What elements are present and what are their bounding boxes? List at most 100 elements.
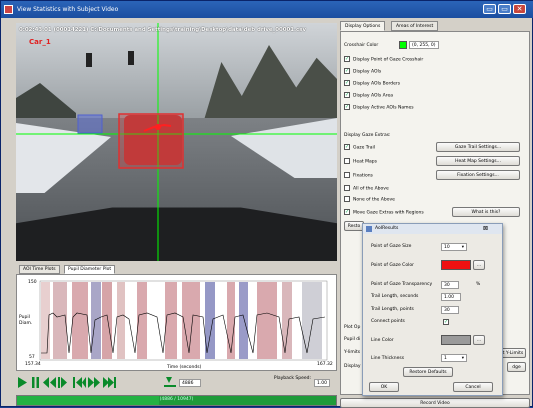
trail-seconds-input[interactable]: 1.00 [441, 293, 461, 301]
check-row[interactable]: ✓ Display Point of Gaze Crosshair [344, 56, 423, 64]
aoi-results-dialog: AoIResults ⊠ Point of Gaze Size 10 ▾ Poin… [362, 223, 503, 396]
restore-button-partial[interactable]: Resto [344, 221, 364, 231]
frame-progress-text: (4886 / 10947) [159, 397, 194, 402]
tab-pupil-diameter-plot[interactable]: Pupil Diameter Plot [64, 265, 116, 274]
step-forward-icon[interactable] [58, 377, 71, 388]
tab-aoi-time-plots[interactable]: AOI Time Plots [19, 265, 60, 274]
extra-row[interactable]: None of the Above [344, 196, 395, 204]
crosshair-color-label: Crosshair Color [344, 43, 379, 48]
check-label: Display AOIs [353, 69, 382, 75]
point-color-swatch[interactable] [441, 260, 471, 270]
frame-progress-bar[interactable]: (4886 / 10947) [16, 395, 337, 406]
line-color-browse-button[interactable]: ... [473, 335, 485, 345]
chevron-down-icon: ▾ [461, 356, 464, 361]
tab-display-options[interactable]: Display Options [340, 21, 386, 31]
connect-points-checkbox[interactable]: ✓ [443, 319, 449, 325]
display-label: Display [344, 364, 361, 369]
check-row[interactable]: ✓ Display AOIs [344, 68, 381, 76]
what-is-this-button[interactable]: What is this? [452, 207, 520, 217]
pause-icon[interactable] [31, 377, 40, 388]
aoi-band [102, 282, 112, 359]
aoi-band [227, 282, 235, 359]
title-bar: View Statistics with Subject Video ▭ ▭ ✕ [1, 1, 533, 18]
x-axis-label: Time (seconds) [167, 365, 202, 370]
checkbox[interactable] [344, 196, 350, 202]
dialog-title: AoIResults [375, 226, 399, 231]
aoi-band [72, 282, 88, 359]
point-size-select[interactable]: 10 ▾ [441, 243, 467, 251]
aoi-label: Car_1 [29, 38, 51, 46]
playback-controls: 4886 Playback Speed: 1.00 [16, 373, 337, 393]
check-row[interactable]: ✓ Display Active AOIs Names [344, 104, 414, 112]
aoi-sign-box[interactable] [77, 114, 103, 134]
fast-forward-icon[interactable] [88, 377, 101, 388]
checkbox[interactable] [344, 158, 350, 164]
transparency-input[interactable]: 30 [441, 281, 459, 289]
playback-speed-label: Playback Speed: [273, 376, 311, 381]
frame-input[interactable]: 4886 [179, 379, 201, 387]
extra-row[interactable]: All of the Above [344, 185, 389, 193]
playback-speed-input[interactable]: 1.00 [314, 379, 330, 387]
aoi-band [302, 282, 322, 359]
maximize-button[interactable]: ▭ [498, 4, 511, 14]
y-axis-label-2: Diam. [19, 321, 33, 326]
checkbox[interactable] [344, 185, 350, 191]
check-row[interactable]: ✓ Display AOIs Area [344, 92, 393, 100]
percent-label: % [476, 282, 481, 287]
checkbox[interactable]: ✓ [344, 144, 350, 150]
aoi-car-box[interactable] [118, 113, 184, 169]
checkbox[interactable]: ✓ [344, 209, 350, 215]
dialog-icon [366, 226, 372, 232]
step-back-icon[interactable] [43, 377, 56, 388]
checkbox[interactable]: ✓ [344, 56, 350, 62]
set-ylimits-button[interactable]: t Y-Limits [500, 348, 526, 358]
extra-row[interactable]: ✓ Move Gaze Extras with Regions [344, 209, 424, 217]
jump-to-frame-icon[interactable] [164, 377, 176, 388]
point-color-browse-button[interactable]: ... [473, 260, 485, 270]
checkbox[interactable]: ✓ [344, 104, 350, 110]
heat-map-settings-button[interactable]: Heat Map Settings... [436, 156, 520, 166]
chevron-down-icon: ▾ [461, 245, 464, 250]
point-size-label: Point of Gaze Size [371, 244, 412, 249]
skip-end-icon[interactable] [103, 377, 116, 388]
plot-options-label: Plot Op [344, 325, 361, 330]
extra-row[interactable]: Heat Maps [344, 158, 377, 166]
fixation-settings-button[interactable]: Fixation Settings... [436, 170, 520, 180]
pupil-diameter-plot[interactable]: 150 Pupil Diam. 57 157.34 167.32 Time (s… [16, 274, 337, 371]
line-thickness-label: Line Thickness [371, 356, 405, 361]
restore-defaults-button[interactable]: Restore Defaults [403, 367, 453, 377]
plot-canvas [39, 280, 328, 361]
ok-button[interactable]: OK [369, 382, 399, 392]
point-color-label: Point of Gaze Color [371, 263, 414, 268]
window-title: View Statistics with Subject Video [17, 6, 119, 13]
traffic-light-right [128, 51, 134, 65]
y-axis-label-1: Pupil [19, 315, 30, 320]
dialog-close-icon[interactable]: ⊠ [483, 224, 488, 234]
cancel-button[interactable]: Cancel [453, 382, 493, 392]
aoi-band [282, 282, 292, 359]
rewind-icon[interactable] [73, 377, 86, 388]
check-row[interactable]: ✓ Display AOIs Borders [344, 80, 400, 88]
extra-row[interactable]: ✓ Gaze Trail [344, 144, 375, 152]
close-button[interactable]: ✕ [513, 4, 526, 14]
line-color-swatch[interactable] [441, 335, 471, 345]
edge-button[interactable]: dge [507, 362, 526, 372]
tab-areas-of-interest[interactable]: Areas of Interest [391, 21, 439, 31]
crosshair-color-swatch[interactable] [399, 41, 407, 49]
aoi-band [117, 282, 125, 359]
checkbox[interactable] [344, 172, 350, 178]
extra-row[interactable]: Fixations [344, 172, 373, 180]
trail-points-input[interactable]: 30 [441, 306, 459, 314]
checkbox[interactable]: ✓ [344, 68, 350, 74]
check-label: Display Point of Gaze Crosshair [353, 57, 424, 63]
x-tick-start: 157.34 [25, 362, 41, 367]
video-player[interactable]: 0:02:43.01 (00014221) C:\Documents and S… [16, 23, 337, 261]
extra-label: Move Gaze Extras with Regions [353, 210, 424, 216]
play-icon[interactable] [18, 377, 27, 388]
checkbox[interactable]: ✓ [344, 80, 350, 86]
ylimits-label: Y-limits [344, 350, 361, 355]
line-thickness-select[interactable]: 1 ▾ [441, 354, 467, 362]
minimize-button[interactable]: ▭ [483, 4, 496, 14]
checkbox[interactable]: ✓ [344, 92, 350, 98]
gaze-trail-settings-button[interactable]: Gaze Trail Settings... [436, 142, 520, 152]
